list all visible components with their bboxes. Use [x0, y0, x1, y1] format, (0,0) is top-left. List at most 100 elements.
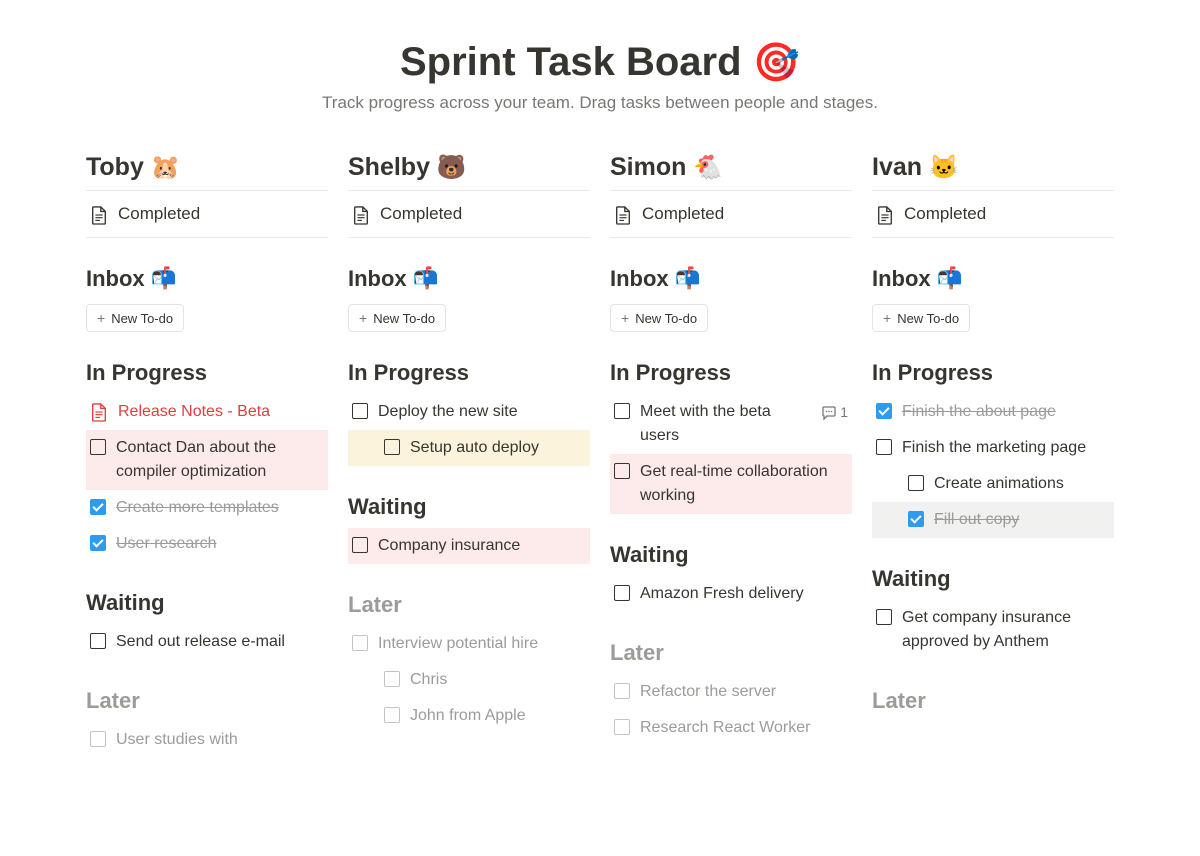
- person-header[interactable]: Toby 🐹: [86, 153, 328, 191]
- comment-badge[interactable]: 1: [821, 402, 848, 423]
- new-todo-button[interactable]: + New To-do: [348, 304, 446, 332]
- checkbox-icon[interactable]: [90, 731, 106, 747]
- inbox-header[interactable]: Inbox 📬: [86, 266, 328, 292]
- task-item[interactable]: User studies with: [86, 722, 328, 758]
- task-text: Get company insurance approved by Anthem: [902, 606, 1110, 654]
- later-header[interactable]: Later: [610, 640, 852, 666]
- waiting-header[interactable]: Waiting: [348, 494, 590, 520]
- in-progress-header[interactable]: In Progress: [872, 360, 1114, 386]
- person-header[interactable]: Ivan 🐱: [872, 153, 1114, 191]
- later-header[interactable]: Later: [348, 592, 590, 618]
- checkbox-icon[interactable]: [384, 707, 400, 723]
- in-progress-header[interactable]: In Progress: [86, 360, 328, 386]
- person-emoji-icon: 🐹: [151, 154, 181, 181]
- checkbox-icon[interactable]: [352, 537, 368, 553]
- checkbox-icon[interactable]: [384, 671, 400, 687]
- checkbox-icon[interactable]: [908, 475, 924, 491]
- task-item[interactable]: Send out release e-mail: [86, 624, 328, 660]
- completed-link[interactable]: Completed: [86, 191, 328, 238]
- in-progress-label: In Progress: [610, 360, 731, 386]
- waiting-header[interactable]: Waiting: [872, 566, 1114, 592]
- in-progress-list: Meet with the beta users 1 Get real-time …: [610, 394, 852, 514]
- task-text: Send out release e-mail: [116, 630, 324, 654]
- in-progress-list: Release Notes - BetaContact Dan about th…: [86, 394, 328, 562]
- in-progress-header[interactable]: In Progress: [348, 360, 590, 386]
- new-todo-label: New To-do: [111, 311, 173, 326]
- new-todo-button[interactable]: + New To-do: [86, 304, 184, 332]
- inbox-header[interactable]: Inbox 📬: [348, 266, 590, 292]
- task-item[interactable]: Create animations: [872, 466, 1114, 502]
- task-item[interactable]: Finish the marketing page: [872, 430, 1114, 466]
- inbox-header[interactable]: Inbox 📬: [872, 266, 1114, 292]
- checkbox-icon[interactable]: [614, 585, 630, 601]
- later-header[interactable]: Later: [86, 688, 328, 714]
- in-progress-label: In Progress: [86, 360, 207, 386]
- mailbox-icon: 📬: [413, 267, 439, 291]
- checkbox-icon[interactable]: [876, 609, 892, 625]
- checkbox-icon[interactable]: [614, 719, 630, 735]
- task-item[interactable]: Get real-time collaboration working: [610, 454, 852, 514]
- inbox-header[interactable]: Inbox 📬: [610, 266, 852, 292]
- checkbox-icon[interactable]: [90, 439, 106, 455]
- checkbox-icon[interactable]: [876, 439, 892, 455]
- plus-icon: +: [621, 310, 629, 326]
- later-label: Later: [86, 688, 140, 714]
- task-item[interactable]: Create more templates: [86, 490, 328, 526]
- person-header[interactable]: Simon 🐔: [610, 153, 852, 191]
- task-text: Fill out copy: [934, 508, 1110, 532]
- mailbox-icon: 📬: [937, 267, 963, 291]
- person-emoji-icon: 🐱: [929, 154, 959, 181]
- checkbox-icon[interactable]: [352, 635, 368, 651]
- checkbox-icon[interactable]: [614, 683, 630, 699]
- task-item[interactable]: Release Notes - Beta: [86, 394, 328, 430]
- task-item[interactable]: John from Apple: [348, 698, 590, 734]
- new-todo-label: New To-do: [897, 311, 959, 326]
- later-label: Later: [872, 688, 926, 714]
- person-emoji-icon: 🐻: [437, 154, 467, 181]
- checkbox-icon[interactable]: [90, 633, 106, 649]
- checkbox-icon[interactable]: [614, 463, 630, 479]
- task-item[interactable]: Interview potential hire: [348, 626, 590, 662]
- in-progress-list: Deploy the new siteSetup auto deploy: [348, 394, 590, 466]
- checkbox-icon[interactable]: [876, 403, 892, 419]
- page-subtitle: Track progress across your team. Drag ta…: [0, 93, 1200, 113]
- task-item[interactable]: Company insurance: [348, 528, 590, 564]
- task-item[interactable]: Chris: [348, 662, 590, 698]
- task-item[interactable]: Refactor the server: [610, 674, 852, 710]
- task-text: Meet with the beta users: [640, 400, 811, 448]
- completed-link[interactable]: Completed: [348, 191, 590, 238]
- task-item[interactable]: Research React Worker: [610, 710, 852, 746]
- in-progress-label: In Progress: [872, 360, 993, 386]
- waiting-label: Waiting: [348, 494, 427, 520]
- in-progress-header[interactable]: In Progress: [610, 360, 852, 386]
- task-item[interactable]: Setup auto deploy: [348, 430, 590, 466]
- checkbox-icon[interactable]: [384, 439, 400, 455]
- task-item[interactable]: User research: [86, 526, 328, 562]
- checkbox-icon[interactable]: [614, 403, 630, 419]
- completed-label: Completed: [642, 204, 724, 224]
- checkbox-icon[interactable]: [90, 499, 106, 515]
- task-item[interactable]: Amazon Fresh delivery: [610, 576, 852, 612]
- task-item[interactable]: Get company insurance approved by Anthem: [872, 600, 1114, 660]
- waiting-label: Waiting: [610, 542, 689, 568]
- completed-link[interactable]: Completed: [610, 191, 852, 238]
- task-item[interactable]: Fill out copy: [872, 502, 1114, 538]
- later-header[interactable]: Later: [872, 688, 1114, 714]
- task-item[interactable]: Contact Dan about the compiler optimizat…: [86, 430, 328, 490]
- new-todo-button[interactable]: + New To-do: [610, 304, 708, 332]
- task-item[interactable]: Finish the about page: [872, 394, 1114, 430]
- task-text: Refactor the server: [640, 680, 848, 704]
- checkbox-icon[interactable]: [352, 403, 368, 419]
- waiting-header[interactable]: Waiting: [610, 542, 852, 568]
- checkbox-icon[interactable]: [90, 535, 106, 551]
- waiting-header[interactable]: Waiting: [86, 590, 328, 616]
- person-header[interactable]: Shelby 🐻: [348, 153, 590, 191]
- task-text: User research: [116, 532, 324, 556]
- task-text: Chris: [410, 668, 586, 692]
- new-todo-button[interactable]: + New To-do: [872, 304, 970, 332]
- task-item[interactable]: Meet with the beta users 1: [610, 394, 852, 454]
- completed-link[interactable]: Completed: [872, 191, 1114, 238]
- checkbox-icon[interactable]: [908, 511, 924, 527]
- task-item[interactable]: Deploy the new site: [348, 394, 590, 430]
- task-text: Get real-time collaboration working: [640, 460, 848, 508]
